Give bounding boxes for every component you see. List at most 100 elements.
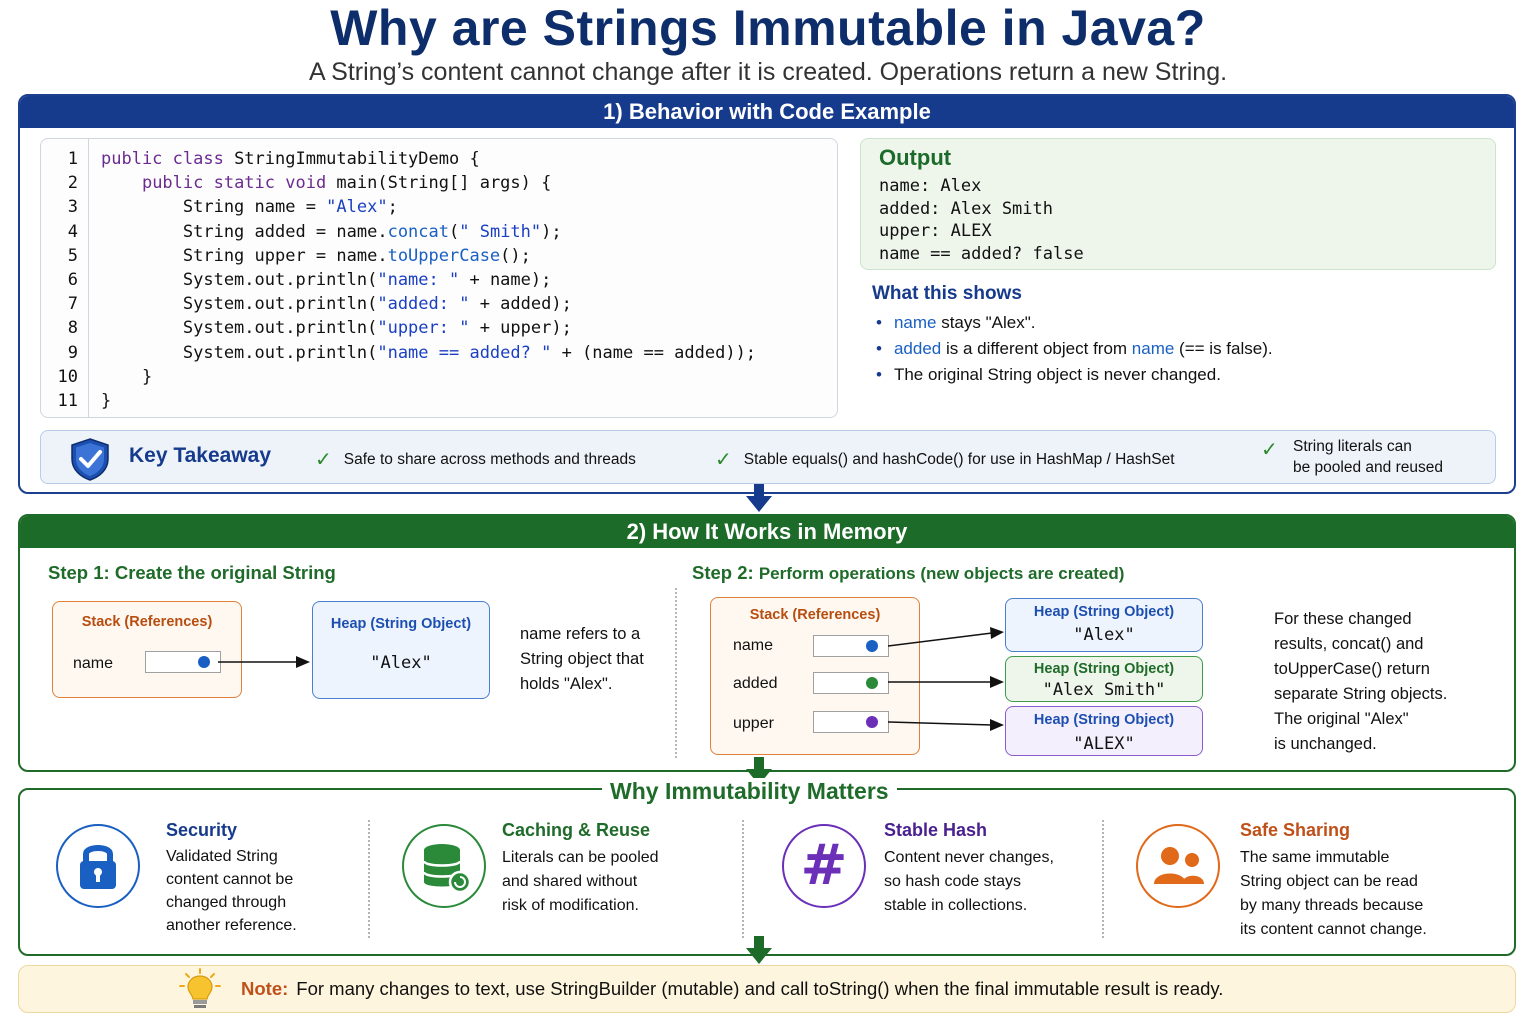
line-number: 11: [57, 390, 78, 411]
heap-box-alex: Heap (String Object) "Alex": [1005, 598, 1203, 652]
card-title: Caching & Reuse: [502, 820, 651, 840]
reference-cell: [813, 672, 889, 694]
takeaway-item-text: String literals can be pooled and reused: [1293, 438, 1443, 476]
check-icon: ✓: [1261, 439, 1278, 461]
stack-label: Stack (References): [81, 614, 213, 630]
card-text: Literals can be pooled and shared withou…: [502, 849, 659, 914]
card-text: Content never changes, so hash code stay…: [884, 849, 1054, 914]
line-number: 6: [67, 269, 78, 290]
line-number: 8: [67, 318, 78, 339]
line-number: 1: [67, 149, 78, 169]
line-number: 3: [67, 197, 78, 218]
heap-label: Heap (String Object): [1033, 604, 1175, 620]
database-icon: [402, 824, 486, 908]
step1-stack-box: Stack (References) name: [52, 601, 242, 698]
heap-value: "ALEX": [1073, 734, 1135, 754]
code-line: System.out.println("upper: " + upper);: [101, 318, 572, 339]
takeaway-item: ✓ Safe to share across methods and thread…: [315, 449, 636, 471]
card-title: Safe Sharing: [1240, 820, 1351, 840]
hash-icon: #: [782, 824, 866, 908]
step2-title: Step 2: Perform operations (new objects …: [692, 562, 1125, 583]
output-line: name: Alex: [879, 176, 982, 196]
memory-section-header: 2) How It Works in Memory: [20, 516, 1514, 548]
behavior-section-header: 1) Behavior with Code Example: [20, 96, 1514, 128]
code-line: System.out.println("name == added? " + (…: [101, 342, 757, 363]
line-number: 9: [67, 342, 78, 363]
code-editor: 1 2 3 4 5 6 7 8 9 10 11 public class Str…: [40, 138, 838, 418]
card-divider: [742, 820, 744, 938]
list-item: • name stays "Alex".: [876, 313, 1036, 332]
reference-dot: [866, 640, 878, 652]
line-number: 5: [67, 245, 78, 266]
code-line: public class StringImmutabilityDemo {: [101, 149, 480, 169]
output-title: Output: [879, 145, 952, 170]
card-text: Validated String content cannot be chang…: [166, 848, 297, 934]
what-this-shows-title: What this shows: [872, 283, 1022, 304]
output-panel: Output name: Alex added: Alex Smith uppe…: [860, 138, 1496, 270]
code-line: System.out.println("added: " + added);: [101, 294, 572, 315]
reference-cell: [145, 651, 221, 673]
line-number: 10: [57, 366, 78, 387]
card-divider: [368, 820, 370, 938]
step1-note: name refers to a String object that hold…: [520, 625, 644, 693]
heap-value: "Alex Smith": [1042, 680, 1166, 700]
check-icon: ✓: [315, 449, 332, 471]
note-bar: Note: For many changes to text, use Strin…: [18, 965, 1516, 1013]
code-line: System.out.println("name: " + name);: [101, 269, 552, 290]
page-title: Why are Strings Immutable in Java?: [330, 0, 1206, 56]
heap-box-upper: Heap (String Object) "ALEX": [1005, 706, 1203, 756]
takeaway-item: ✓: [1261, 437, 1290, 462]
users-icon: [1136, 824, 1220, 908]
check-icon: ✓: [715, 449, 732, 471]
heap-box-alex-smith: Heap (String Object) "Alex Smith": [1005, 656, 1203, 702]
reference-arrow: [218, 656, 310, 668]
code-line: }: [101, 390, 112, 411]
code-line: String added = name.concat(" Smith");: [101, 221, 562, 242]
down-arrow-icon: [746, 484, 772, 512]
note-text: Note: For many changes to text, use Strin…: [241, 978, 1224, 999]
output-line: upper: ALEX: [879, 221, 992, 241]
card-divider: [1102, 820, 1104, 938]
code-body: public class StringImmutabilityDemo { pu…: [101, 147, 756, 413]
code-line: String upper = name.toUpperCase();: [101, 245, 531, 266]
key-takeaway-bar: Key Takeaway ✓ Safe to share across metho…: [40, 430, 1496, 484]
reference-cell: [813, 635, 889, 657]
card-title: Stable Hash: [884, 820, 988, 840]
heap-value: "Alex": [1073, 625, 1135, 645]
code-line: String name = "Alex";: [101, 197, 398, 218]
reference-dot: [866, 677, 878, 689]
step2-note: For these changed results, concat() and …: [1274, 610, 1448, 753]
card-title: Security: [166, 820, 238, 840]
lightbulb-icon: [177, 968, 223, 1017]
behavior-section: 1) Behavior with Code Example 1 2 3 4 5 …: [18, 94, 1516, 494]
reference-cell: [813, 711, 889, 733]
output-lines: name: Alex added: Alex Smith upper: ALEX…: [879, 175, 1084, 265]
code-line: }: [101, 366, 153, 387]
reference-dot: [866, 716, 878, 728]
heap-value: "Alex": [370, 653, 432, 673]
list-item: • The original String object is never cha…: [876, 365, 1221, 384]
line-number: 2: [67, 173, 78, 194]
down-arrow-icon: [746, 936, 772, 964]
var-name: upper: [733, 715, 774, 732]
heap-label: Heap (String Object): [330, 616, 472, 632]
key-takeaway-title: Key Takeaway: [129, 444, 272, 467]
shield-check-icon: [69, 437, 111, 486]
lock-icon: [56, 824, 140, 908]
line-number-gutter: 1 2 3 4 5 6 7 8 9 10 11: [41, 139, 89, 417]
page-subtitle: A String’s content cannot change after i…: [308, 58, 1228, 86]
line-number: 4: [67, 221, 78, 242]
var-name: name: [733, 637, 774, 654]
var-name: added: [733, 675, 778, 692]
var-name: name: [73, 655, 114, 672]
reference-dot: [198, 656, 210, 668]
list-item: • added is a different object from name (…: [876, 339, 1273, 358]
heap-label: Heap (String Object): [1033, 712, 1175, 728]
card-text: The same immutable String object can be …: [1240, 849, 1427, 938]
heap-label: Heap (String Object): [1033, 661, 1175, 677]
step1-title: Step 1: Create the original String: [48, 562, 336, 583]
takeaway-item: ✓ Stable equals() and hashCode() for use …: [715, 449, 1175, 471]
why-matters-title: Why Immutability Matters: [602, 778, 897, 805]
why-matters-section: Why Immutability Matters Security Valida…: [18, 778, 1516, 956]
step1-heap-box: Heap (String Object) "Alex": [312, 601, 490, 699]
